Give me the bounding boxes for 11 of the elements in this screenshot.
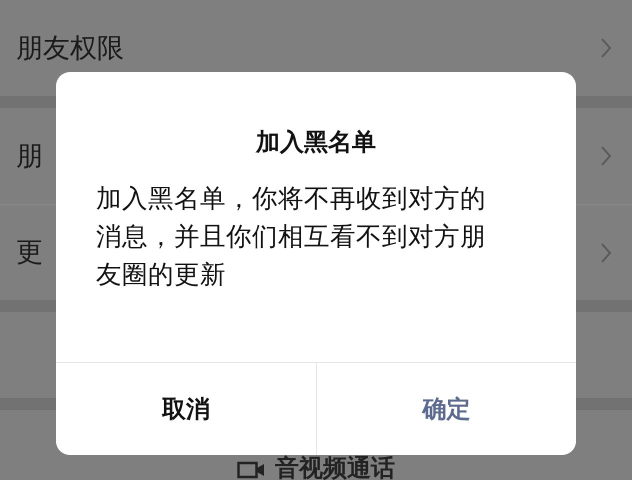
chevron-right-icon — [600, 242, 612, 264]
video-camera-icon — [237, 460, 265, 480]
video-call-label: 音视频通话 — [275, 456, 395, 480]
chevron-right-icon — [600, 37, 612, 59]
settings-row-label: 更 — [16, 239, 43, 266]
confirm-button[interactable]: 确定 — [316, 363, 576, 455]
dialog-message: 加入黑名单，你将不再收到对方的消息，并且你们相互看不到对方朋友圈的更新 — [95, 183, 487, 292]
chevron-right-icon — [600, 145, 612, 167]
settings-row-label: 朋 — [16, 142, 43, 170]
settings-row-label: 朋友权限 — [16, 34, 124, 62]
dialog-title: 加入黑名单 — [254, 127, 377, 158]
